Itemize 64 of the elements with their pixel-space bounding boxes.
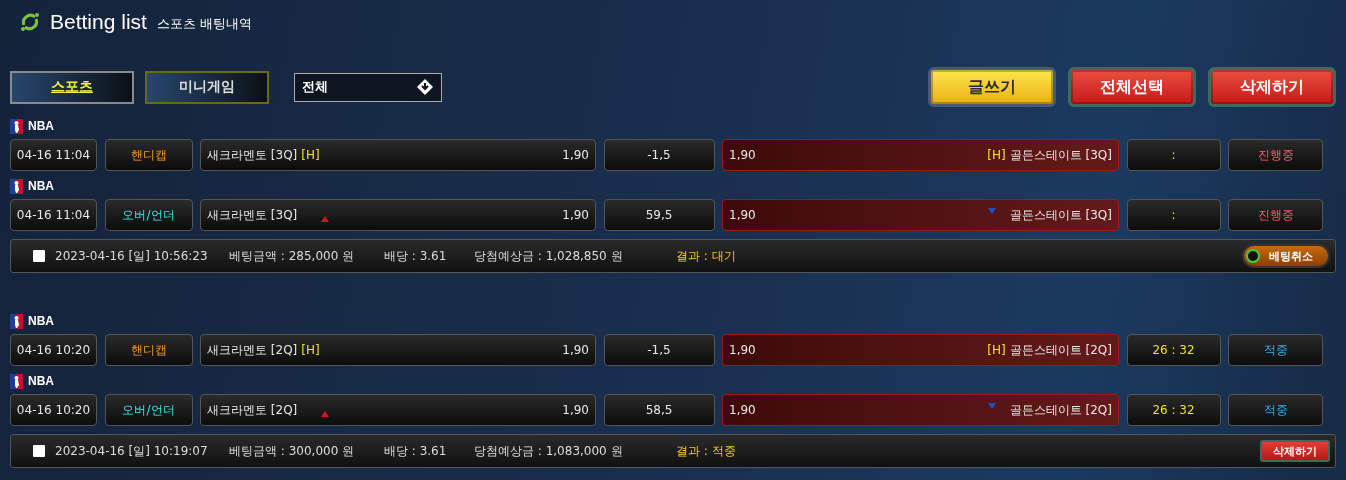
game-time: 04-16 10:20 [10,394,97,426]
game-time: 04-16 10:20 [10,334,97,366]
action-button[interactable]: 전체선택 [1068,67,1196,107]
bet-result: 결과 : 적중 [676,442,737,460]
delete-button[interactable]: 삭제하기 [1260,440,1330,462]
league-name: NBA [28,374,54,388]
score: 26 : 32 [1126,334,1221,366]
home-odds-option[interactable]: 새크라멘토 [2Q] 1,90 [200,394,596,426]
expected-payout: 당첨예상금 : 1,028,850 원 [474,247,624,265]
league-name: NBA [28,179,54,193]
game-time: 04-16 11:04 [10,199,97,231]
filter-dropdown[interactable]: 전체 [294,72,442,102]
cancel-bet-button[interactable]: 베팅취소 [1242,244,1330,268]
category-tab[interactable]: 미니게임 [145,70,269,104]
line-value: 58,5 [603,394,715,426]
category-tab[interactable]: 스포츠 [10,70,134,104]
bet-amount: 베팅금액 : 285,000 원 [229,247,356,265]
up-arrow-icon [321,411,330,417]
game-time: 04-16 11:04 [10,139,97,171]
status: 진행중 [1228,139,1323,171]
away-odds-option[interactable]: 1,90 골든스테이트 [2Q] [722,394,1119,426]
dropdown-icon [416,78,434,96]
bet-datetime: 2023-04-16 [일] 10:56:23 [55,247,209,265]
away-odds-option[interactable]: 1,90 골든스테이트 [3Q] [722,199,1119,231]
league-name: NBA [28,314,54,328]
line-value: -1,5 [603,334,715,366]
expected-payout: 당첨예상금 : 1,083,000 원 [474,442,624,460]
home-odds-option[interactable]: 새크라멘토 [3Q] 1,90 [200,199,596,231]
away-odds-option[interactable]: 1,90 [H] 골든스테이트 [2Q] [722,334,1119,366]
line-value: -1,5 [603,139,715,171]
down-arrow-icon [987,403,996,409]
bet-odds: 배당 : 3.61 [384,442,448,460]
home-odds-option[interactable]: 새크라멘토 [3Q] [H] 1,90 [200,139,596,171]
logo-icon [20,12,40,32]
status: 적중 [1228,334,1323,366]
bet-amount: 베팅금액 : 300,000 원 [229,442,356,460]
league-logo-icon [10,118,23,134]
status: 진행중 [1228,199,1323,231]
checkbox[interactable] [33,445,45,457]
line-value: 59,5 [603,199,715,231]
checkbox[interactable] [33,250,45,262]
market-type: 오버/언더 [104,199,193,231]
page-subtitle: 스포츠 배팅내역 [156,14,253,33]
down-arrow-icon [987,208,996,214]
score: : [1126,199,1221,231]
page-title: Betting list [50,10,147,34]
bet-datetime: 2023-04-16 [일] 10:19:07 [55,442,209,460]
league-logo-icon [10,313,23,329]
market-type: 핸디캡 [104,139,193,171]
league-logo-icon [10,178,23,194]
action-button[interactable]: 삭제하기 [1208,67,1336,107]
bet-odds: 배당 : 3.61 [384,247,448,265]
bet-result: 결과 : 대기 [676,247,737,265]
status: 적중 [1228,394,1323,426]
action-button[interactable]: 글쓰기 [928,67,1056,107]
up-arrow-icon [321,216,330,222]
score: : [1126,139,1221,171]
league-logo-icon [10,373,23,389]
market-type: 핸디캡 [104,334,193,366]
home-odds-option[interactable]: 새크라멘토 [2Q] [H] 1,90 [200,334,596,366]
away-odds-option[interactable]: 1,90 [H] 골든스테이트 [3Q] [722,139,1119,171]
market-type: 오버/언더 [104,394,193,426]
score: 26 : 32 [1126,394,1221,426]
league-name: NBA [28,119,54,133]
